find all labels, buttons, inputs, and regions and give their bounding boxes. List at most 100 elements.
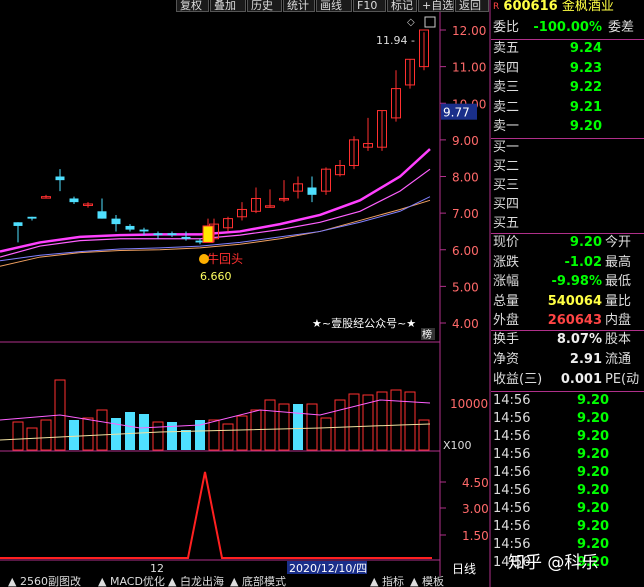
toolbar-btn-8[interactable]: 返回 xyxy=(455,0,489,12)
volume-bar xyxy=(278,403,290,451)
day-line-label: 日线 xyxy=(452,562,476,576)
tick-row: 14:56 9.20 xyxy=(493,393,610,408)
quote-row: 总量 540064 量比 xyxy=(493,293,632,309)
price-tick-label: 12.00 xyxy=(452,24,486,38)
volume-unit: X100 xyxy=(443,439,472,452)
toolbar-btn-6[interactable]: 标记 xyxy=(387,0,417,12)
stock-code[interactable]: 600616 xyxy=(503,0,557,14)
watermark: 知乎 @科乐 xyxy=(508,553,599,573)
indicator-tabbar: ▲ 2560副图改 ▲ MACD优化 ▲ 白龙出海 ▲ 底部模式 ▲ 指标 ▲ 模板 xyxy=(0,576,644,587)
quote-row: 卖二 9.21 xyxy=(493,99,602,115)
indicator-tick-label: 3.00 xyxy=(462,502,489,516)
indicator-tick-label: 4.50 xyxy=(462,476,489,490)
toolbar-btn-4[interactable]: 画线 xyxy=(316,0,352,12)
quote-row: 买五 xyxy=(493,216,520,231)
quote-panel: R 600616 金枫酒业 委比 -100.00% 委差 卖五 9.24 卖四 9.2… xyxy=(491,0,644,587)
quote-row: 换手 8.07% 股本 xyxy=(493,332,632,347)
price-tick-label: 4.00 xyxy=(452,317,479,331)
volume-bar xyxy=(82,417,94,451)
current-price-tag: 9.77 xyxy=(443,106,470,120)
quote-row: 买一 xyxy=(493,140,520,155)
moving-averages xyxy=(0,148,431,267)
window-icon xyxy=(424,16,436,28)
toolbar-btn-7[interactable]: +自选 xyxy=(418,0,454,12)
quote-row: 卖一 9.20 xyxy=(493,119,602,134)
quote-row: 买三 xyxy=(493,178,520,193)
weibi-row: 委比 -100.00% 委差 xyxy=(493,20,635,35)
toolbar-btn-3[interactable]: 统计 xyxy=(283,0,315,12)
quote-row: 现价 9.20 今开 xyxy=(493,235,632,250)
ma-line-pink xyxy=(0,168,431,258)
x-tick: 12 xyxy=(150,562,164,575)
price-tick-label: 8.00 xyxy=(452,171,479,185)
volume-axis-label: 10000 xyxy=(450,397,488,411)
volume-bar xyxy=(320,417,332,451)
tab-0[interactable]: ▲ 2560副图改 xyxy=(8,576,81,587)
price-tick-label: 6.00 xyxy=(452,244,479,258)
candle-body xyxy=(139,229,149,232)
signal-candle xyxy=(202,225,214,243)
price-axis: 12.0011.0010.009.008.007.006.005.004.00 xyxy=(440,24,486,331)
volume-bar xyxy=(96,409,108,451)
volume-bar xyxy=(12,421,24,451)
candles xyxy=(13,29,429,245)
volume-bar xyxy=(181,430,191,450)
indicator-tick-label: 1.50 xyxy=(462,529,489,543)
toolbar-btn-2[interactable]: 历史 xyxy=(247,0,282,12)
quote-row: 卖五 9.24 xyxy=(493,41,602,56)
money-bag-icon xyxy=(199,254,209,264)
volume-bar xyxy=(334,399,346,451)
volume-bar xyxy=(139,414,149,450)
candle-body xyxy=(69,198,79,203)
quote-row: 买二 xyxy=(493,159,520,174)
stock-name[interactable]: 金枫酒业 xyxy=(562,0,614,14)
tab-4[interactable]: ▲ 指标 xyxy=(370,576,404,587)
tab-3[interactable]: ▲ 底部模式 xyxy=(230,576,286,587)
volume-bars: 10000 X100 xyxy=(0,379,488,452)
tick-row: 14:56 9.20 xyxy=(493,411,610,426)
candle-body xyxy=(167,233,177,236)
quote-row: 买四 xyxy=(493,197,520,212)
volume-bar xyxy=(40,419,52,451)
quote-row: 涨跌 -1.02 最高 xyxy=(493,254,632,270)
volume-bar xyxy=(348,393,360,451)
quote-row: 卖四 9.23 xyxy=(493,60,602,76)
volume-bar xyxy=(404,391,416,451)
quote-row: 卖三 9.22 xyxy=(493,80,602,95)
tab-5[interactable]: ▲ 模板 xyxy=(410,576,444,587)
marker-label: 牛回头 xyxy=(207,251,243,266)
price-tick-label: 5.00 xyxy=(452,280,479,294)
tick-row: 14:56 9.20 xyxy=(493,465,610,480)
volume-bar xyxy=(222,423,234,451)
banner-text: ★~壹股经公众号~★ xyxy=(312,317,416,330)
tab-2[interactable]: ▲ 白龙出海 xyxy=(168,576,224,587)
candle-body xyxy=(153,233,163,236)
indicator-line xyxy=(0,471,432,559)
price-tick-label: 11.00 xyxy=(452,61,486,75)
volume-bar xyxy=(152,421,164,451)
volume-bar xyxy=(236,415,248,451)
diamond-icon: ◇ xyxy=(407,17,415,28)
volume-bar xyxy=(125,412,135,450)
banner-badge: 榜 xyxy=(422,328,432,341)
quote-row: 涨幅 -9.98% 最低 xyxy=(493,274,632,289)
tick-row: 14:56 9.20 xyxy=(493,501,610,516)
candle-body xyxy=(13,222,23,226)
volume-bar xyxy=(293,404,303,450)
candle-body xyxy=(55,176,65,181)
price-tick-label: 7.00 xyxy=(452,207,479,221)
price-tick-label: 9.00 xyxy=(452,134,479,148)
indicator-pane: 4.50 3.00 1.50 xyxy=(0,471,489,559)
toolbar-btn-1[interactable]: 叠加 xyxy=(210,0,246,12)
tab-1[interactable]: ▲ MACD优化 xyxy=(98,576,165,587)
tick-row: 14:56 9.20 xyxy=(493,429,610,444)
ma-line-magenta xyxy=(0,148,431,253)
toolbar-btn-0[interactable]: 复权 xyxy=(176,0,209,12)
toolbar-btn-5[interactable]: F10 xyxy=(353,0,386,12)
high-label: 11.94 - xyxy=(376,34,415,47)
quote-row: 外盘 260643 内盘 xyxy=(493,313,632,328)
candle-body xyxy=(27,216,37,219)
volume-bar xyxy=(264,399,276,451)
tick-row: 14:56 9.20 xyxy=(493,447,610,462)
candle-body xyxy=(97,211,107,219)
